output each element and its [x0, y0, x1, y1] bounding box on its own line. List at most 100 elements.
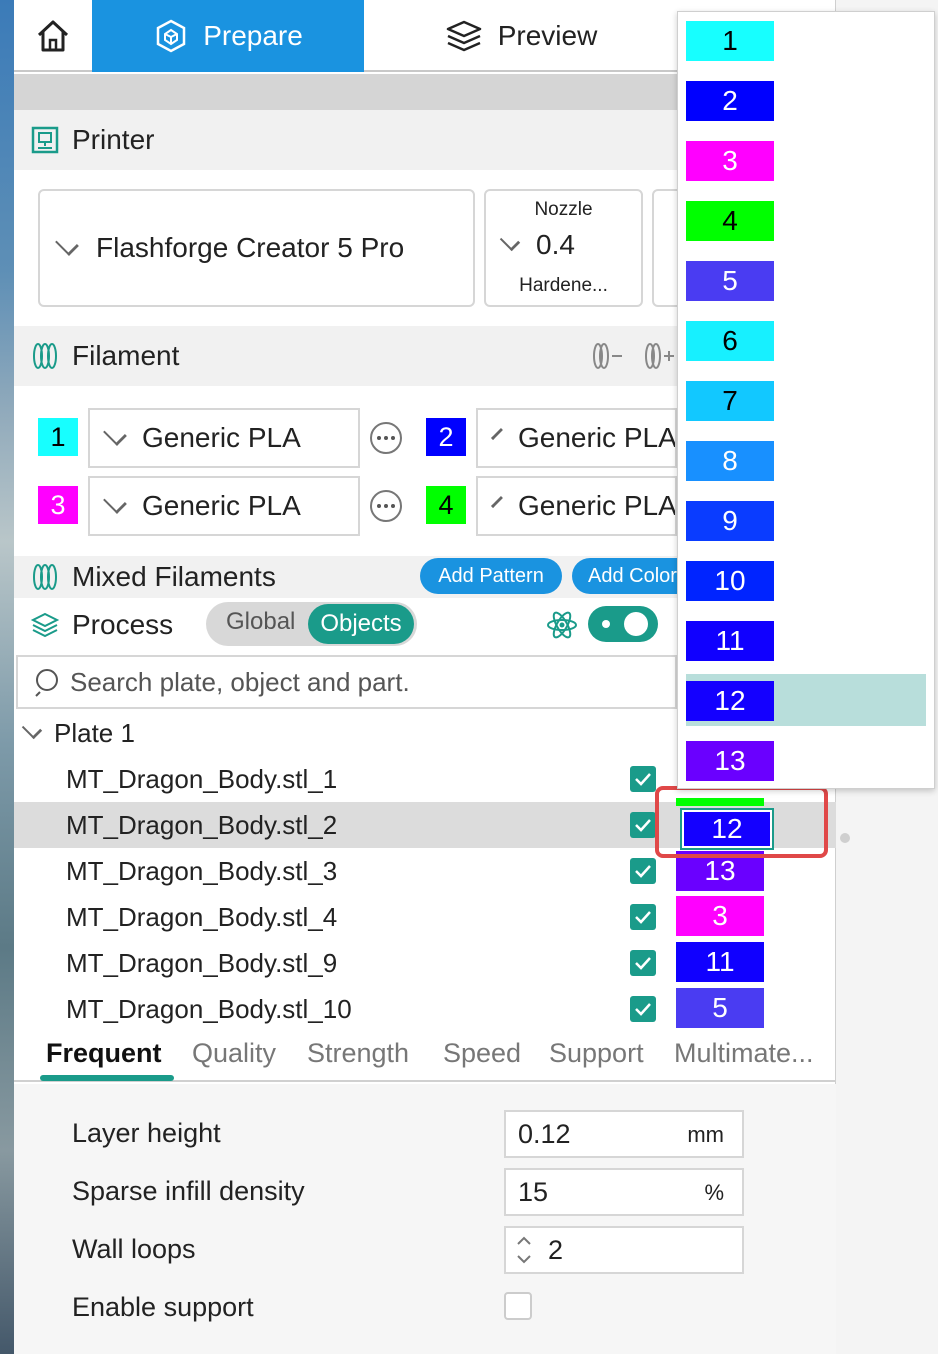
chevron-down-icon — [103, 422, 127, 446]
tree-object-row[interactable]: MT_Dragon_Body.stl_9 — [14, 940, 677, 986]
tab-preview-label: Preview — [497, 20, 598, 51]
wall-loops-stepper[interactable]: 2 — [504, 1226, 744, 1274]
printer-title: Printer — [72, 124, 155, 155]
filament-chip-3[interactable]: 3 — [38, 486, 78, 524]
tree-object-row[interactable]: MT_Dragon_Body.stl_1 — [14, 756, 677, 802]
dropdown-item-10[interactable]: 10 — [686, 552, 926, 612]
layers-icon — [30, 611, 60, 639]
filament-settings-1-icon[interactable] — [370, 422, 402, 454]
enable-support-checkbox[interactable] — [504, 1292, 532, 1320]
tab-quality[interactable]: Quality — [192, 1038, 276, 1069]
tree-object-row[interactable]: MT_Dragon_Body.stl_4 — [14, 894, 677, 940]
printer-model: Flashforge Creator 5 Pro — [96, 232, 405, 263]
dropdown-item-11[interactable]: 11 — [686, 612, 926, 672]
color-id: 3 — [712, 900, 728, 931]
filament-select-3[interactable]: Generic PLA — [88, 476, 360, 536]
tree-object-row[interactable]: MT_Dragon_Body.stl_3 — [14, 848, 677, 894]
dropdown-item-13[interactable]: 13 — [686, 732, 926, 792]
chevron-down-icon — [103, 490, 127, 514]
home-icon — [37, 20, 69, 52]
filament-name: Generic PLA — [518, 422, 677, 453]
tab-strength[interactable]: Strength — [307, 1038, 409, 1069]
dropdown-item-1[interactable]: 1 — [686, 12, 926, 72]
filament-select-1[interactable]: Generic PLA — [88, 408, 360, 468]
dropdown-item-5[interactable]: 5 — [686, 252, 926, 312]
tab-preview[interactable]: Preview — [364, 0, 677, 72]
chevron-down-icon — [21, 718, 43, 740]
home-button[interactable] — [14, 0, 92, 72]
nozzle-select[interactable]: Nozzle 0.4 Hardene... — [484, 189, 643, 307]
tab-frequent[interactable]: Frequent — [46, 1038, 162, 1069]
tab-prepare[interactable]: Prepare — [92, 0, 364, 72]
active-tab-underline — [40, 1075, 174, 1081]
filament-name: Generic PLA — [142, 422, 301, 453]
filament-select-2[interactable]: Generic PLA — [476, 408, 677, 468]
chevron-down-icon — [55, 232, 79, 256]
callout-highlight-box — [655, 786, 828, 858]
dropdown-item-4[interactable]: 4 — [686, 192, 926, 252]
dropdown-color-chip: 2 — [686, 81, 774, 121]
object-name: MT_Dragon_Body.stl_2 — [66, 809, 338, 840]
filament-chip-1[interactable]: 1 — [38, 418, 78, 456]
printer-select[interactable]: Flashforge Creator 5 Pro — [38, 189, 475, 307]
object-visible-checkbox[interactable] — [630, 812, 656, 838]
object-visible-checkbox[interactable] — [630, 766, 656, 792]
setting-label: Sparse infill density — [72, 1176, 305, 1206]
tree-plate-row[interactable]: Plate 1 — [14, 710, 677, 756]
dropdown-item-7[interactable]: 7 — [686, 372, 926, 432]
chevron-down-icon — [491, 428, 503, 440]
toggle-global[interactable]: Global — [226, 608, 295, 636]
object-color-box-10[interactable]: 5 — [676, 988, 764, 1028]
filament-chip-2[interactable]: 2 — [426, 418, 466, 456]
color-id: 11 — [705, 946, 735, 977]
filament-spool-icon — [30, 562, 60, 592]
add-filament-icon[interactable] — [642, 340, 676, 372]
tab-speed[interactable]: Speed — [443, 1038, 521, 1069]
dropdown-item-8[interactable]: 8 — [686, 432, 926, 492]
setting-enable-support: Enable support — [14, 1280, 836, 1338]
object-color-box-4[interactable]: 3 — [676, 896, 764, 936]
dropdown-color-chip: 10 — [686, 561, 774, 601]
tree-object-row-selected[interactable]: MT_Dragon_Body.stl_2 — [14, 802, 677, 848]
object-visible-checkbox[interactable] — [630, 950, 656, 976]
filament-section-header: Filament — [14, 326, 677, 386]
tab-support[interactable]: Support — [549, 1038, 644, 1069]
advanced-toggle-switch[interactable] — [588, 606, 658, 642]
add-color-button[interactable]: Add Color — [572, 558, 677, 594]
dropdown-item-9[interactable]: 9 — [686, 492, 926, 552]
layer-height-input[interactable]: 0.12 mm — [504, 1110, 744, 1158]
dropdown-color-chip: 8 — [686, 441, 774, 481]
remove-filament-icon[interactable] — [590, 340, 624, 372]
atom-icon[interactable] — [545, 608, 579, 642]
dropdown-item-2[interactable]: 2 — [686, 72, 926, 132]
filament-select-4[interactable]: Generic PLA — [476, 476, 677, 536]
filament-chip-4[interactable]: 4 — [426, 486, 466, 524]
dropdown-color-chip: 3 — [686, 141, 774, 181]
dropdown-item-3[interactable]: 3 — [686, 132, 926, 192]
dropdown-item-12[interactable]: 12 — [686, 672, 926, 732]
tree-object-row[interactable]: MT_Dragon_Body.stl_10 — [14, 986, 677, 1032]
dropdown-color-chip: 7 — [686, 381, 774, 421]
add-pattern-button[interactable]: Add Pattern — [420, 558, 562, 594]
filament-chip-label: 2 — [438, 421, 454, 452]
dropdown-color-chip: 12 — [686, 681, 774, 721]
object-color-box-9[interactable]: 11 — [676, 942, 764, 982]
search-input[interactable]: Search plate, object and part. — [16, 655, 677, 709]
toggle-knob — [624, 612, 648, 636]
dropdown-item-6[interactable]: 6 — [686, 312, 926, 372]
object-visible-checkbox[interactable] — [630, 996, 656, 1022]
nozzle-type: Hardene... — [519, 275, 608, 296]
field-value: 2 — [548, 1234, 564, 1265]
infill-density-input[interactable]: 15 % — [504, 1168, 744, 1216]
filament-settings-3-icon[interactable] — [370, 490, 402, 522]
color-dropdown-list: 1 2 3 4 5 6 7 8 9 10 11 12 13 — [677, 11, 935, 789]
tab-multimaterial[interactable]: Multimate... — [674, 1038, 814, 1069]
object-visible-checkbox[interactable] — [630, 858, 656, 884]
toggle-objects[interactable]: Objects — [308, 604, 414, 644]
printer-icon — [30, 125, 60, 155]
global-objects-toggle: Global Objects — [206, 602, 417, 646]
background-desktop — [0, 0, 14, 1354]
chevron-down-icon — [499, 230, 521, 252]
dropdown-color-chip: 9 — [686, 501, 774, 541]
object-visible-checkbox[interactable] — [630, 904, 656, 930]
